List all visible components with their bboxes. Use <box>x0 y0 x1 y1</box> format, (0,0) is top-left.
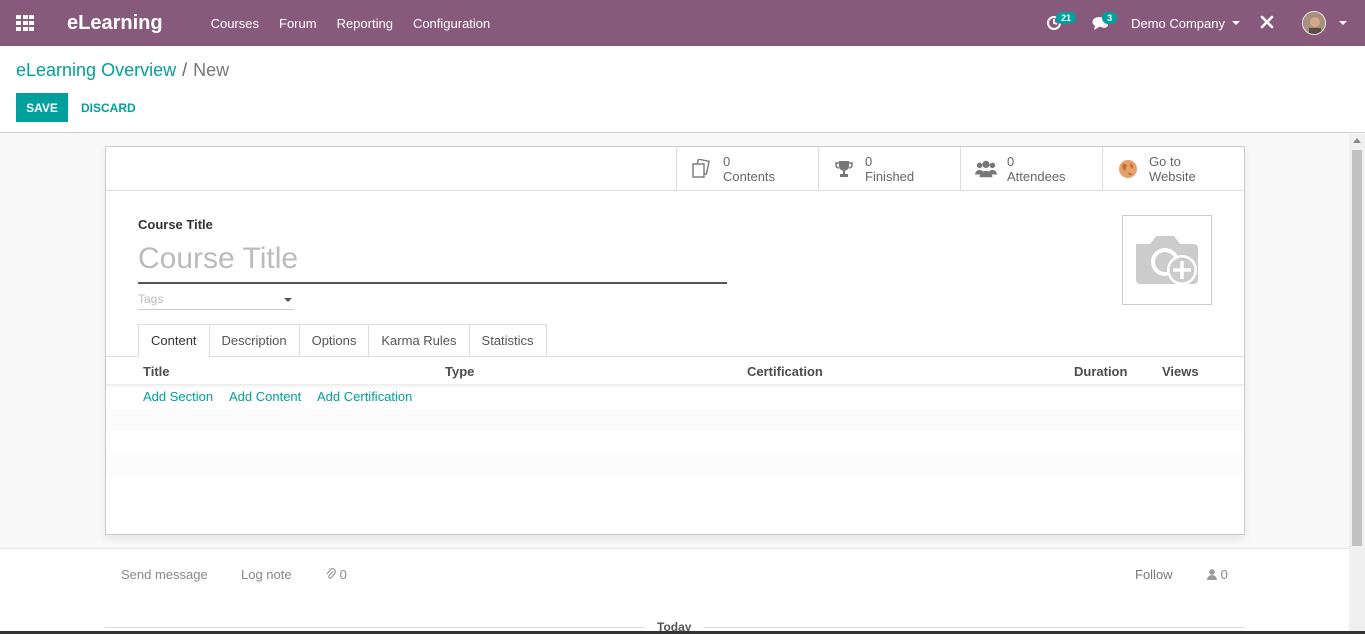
messages-button[interactable]: 3 <box>1085 0 1118 46</box>
scroll-up-arrow-icon[interactable] <box>1353 138 1361 143</box>
log-note-button[interactable]: Log note <box>241 567 292 582</box>
app-brand[interactable]: eLearning <box>67 12 163 35</box>
close-x-icon[interactable] <box>1260 13 1280 34</box>
course-title-input[interactable]: Course Title <box>138 239 727 284</box>
camera-add-icon <box>1136 236 1198 285</box>
today-divider-right <box>703 627 1245 628</box>
trophy-icon <box>833 159 855 179</box>
discard-button[interactable]: DISCARD <box>81 93 136 122</box>
followers-count: 0 <box>1220 567 1228 582</box>
tab-content[interactable]: Content <box>138 324 209 357</box>
notebook-tabs: Content Description Options Karma Rules … <box>138 324 547 357</box>
tab-description[interactable]: Description <box>208 324 299 357</box>
tags-input[interactable]: Tags <box>138 292 294 310</box>
tab-statistics[interactable]: Statistics <box>468 324 547 357</box>
menu-configuration[interactable]: Configuration <box>413 16 490 31</box>
column-certification[interactable]: Certification <box>747 364 823 379</box>
page-scrollbar[interactable] <box>1349 134 1365 634</box>
go-to-website-button[interactable]: Go to Website <box>1102 147 1244 191</box>
add-section-link[interactable]: Add Section <box>143 389 213 404</box>
user-avatar[interactable] <box>1302 11 1326 35</box>
activity-button[interactable]: 21 <box>1039 0 1077 46</box>
save-button[interactable]: SAVE <box>16 93 68 122</box>
company-switcher[interactable]: Demo Company <box>1131 16 1240 31</box>
column-views[interactable]: Views <box>1162 364 1199 379</box>
column-type[interactable]: Type <box>445 364 474 379</box>
menu-forum[interactable]: Forum <box>279 16 317 31</box>
tags-dropdown-icon[interactable] <box>284 298 292 302</box>
column-title[interactable]: Title <box>143 364 170 379</box>
content-list-header: Title Type Certification Duration Views <box>106 357 1244 385</box>
menu-courses[interactable]: Courses <box>211 16 259 31</box>
menu-reporting[interactable]: Reporting <box>337 16 393 31</box>
send-message-button[interactable]: Send message <box>121 567 208 582</box>
tags-placeholder: Tags <box>138 292 164 306</box>
breadcrumb-current: New <box>193 60 230 80</box>
attendees-count: 0 <box>1007 154 1015 169</box>
attendees-label: Attendees <box>1007 169 1066 184</box>
add-line-row: Add Section Add Content Add Certificatio… <box>106 386 1244 408</box>
column-duration[interactable]: Duration <box>1074 364 1127 379</box>
attachments-button[interactable]: 0 <box>326 567 347 582</box>
finished-label: Finished <box>865 169 915 184</box>
today-divider-left <box>105 627 645 628</box>
finished-stat-button[interactable]: 0 Finished <box>818 147 960 191</box>
button-box: 0 Contents 0 Finished 0 Attendees Go to … <box>676 147 1244 191</box>
finished-count: 0 <box>865 154 873 169</box>
documents-icon <box>691 159 713 179</box>
contents-count: 0 <box>723 154 731 169</box>
activity-badge: 21 <box>1056 12 1077 24</box>
breadcrumb-parent[interactable]: eLearning Overview <box>16 60 176 80</box>
chevron-down-icon <box>1232 21 1240 25</box>
course-title-label: Course Title <box>138 217 213 232</box>
scrollbar-thumb[interactable] <box>1352 150 1362 546</box>
company-name: Demo Company <box>1131 15 1225 31</box>
empty-list-row <box>106 455 1244 477</box>
control-panel: eLearning Overview / New SAVE DISCARD <box>0 46 1365 133</box>
top-navbar: eLearning Courses Forum Reporting Config… <box>0 0 1365 46</box>
apps-grid-icon[interactable] <box>0 0 50 46</box>
messages-badge: 3 <box>1102 12 1118 24</box>
empty-list-row <box>106 409 1244 431</box>
breadcrumb: eLearning Overview / New <box>16 60 229 81</box>
empty-list-row <box>106 432 1244 454</box>
contents-stat-button[interactable]: 0 Contents <box>676 147 818 191</box>
course-image-upload[interactable] <box>1122 215 1212 305</box>
add-content-link[interactable]: Add Content <box>229 389 301 404</box>
follow-button[interactable]: Follow <box>1135 567 1173 582</box>
paperclip-icon <box>326 568 336 579</box>
followers-button[interactable]: 0 <box>1207 567 1228 582</box>
tab-options[interactable]: Options <box>298 324 369 357</box>
chatter: Send message Log note 0 Follow 0 Today <box>0 548 1349 634</box>
globe-icon <box>1117 159 1139 179</box>
attendees-stat-button[interactable]: 0 Attendees <box>960 147 1102 191</box>
website-line1: Go to <box>1149 154 1181 169</box>
website-line2: Website <box>1149 169 1196 184</box>
user-icon <box>1207 569 1217 580</box>
form-sheet: 0 Contents 0 Finished 0 Attendees Go to … <box>105 146 1245 535</box>
contents-label: Contents <box>723 169 776 184</box>
breadcrumb-separator: / <box>182 60 188 80</box>
user-menu-chevron-icon[interactable] <box>1339 21 1347 25</box>
add-certification-link[interactable]: Add Certification <box>317 389 412 404</box>
users-icon <box>975 159 997 179</box>
tab-karma-rules[interactable]: Karma Rules <box>368 324 469 357</box>
attachments-count: 0 <box>339 567 347 582</box>
